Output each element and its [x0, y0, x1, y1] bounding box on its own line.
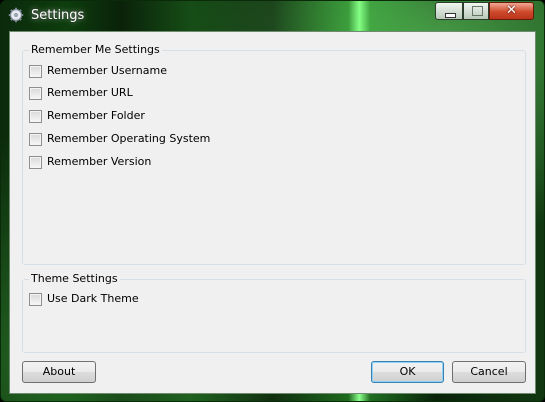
- checkbox-label: Use Dark Theme: [47, 292, 139, 305]
- close-icon: ✕: [506, 3, 517, 18]
- checkbox-label: Remember Version: [47, 155, 152, 168]
- cancel-button[interactable]: Cancel: [452, 361, 526, 383]
- minimize-button[interactable]: [435, 2, 463, 20]
- close-button[interactable]: ✕: [489, 2, 534, 20]
- checkbox-box[interactable]: [29, 156, 42, 169]
- checkbox-label: Remember Folder: [47, 109, 145, 122]
- group-label: Theme Settings: [29, 272, 120, 286]
- about-button[interactable]: About: [22, 361, 96, 383]
- checkbox-box[interactable]: [29, 293, 42, 306]
- checkbox-box[interactable]: [29, 65, 42, 78]
- theme-settings-group: Theme Settings Use Dark Theme: [22, 272, 526, 353]
- maximize-button[interactable]: [463, 2, 489, 20]
- checkbox-label: Remember Username: [47, 64, 167, 77]
- minimize-icon: [445, 13, 456, 18]
- checkbox-label: Remember URL: [47, 86, 133, 99]
- checkbox-box[interactable]: [29, 133, 42, 146]
- checkbox-box[interactable]: [29, 87, 42, 100]
- remember-me-settings-group: Remember Me Settings Remember Username R…: [22, 43, 526, 265]
- window-title: Settings: [31, 8, 85, 23]
- title-bar[interactable]: Settings ✕: [1, 1, 544, 31]
- dialog-body: Remember Me Settings Remember Username R…: [9, 31, 536, 394]
- settings-window: Settings ✕ Remember Me Settings Remember…: [0, 0, 545, 402]
- gear-icon: [8, 7, 24, 23]
- ok-button[interactable]: OK: [371, 361, 444, 383]
- checkbox-label: Remember Operating System: [47, 132, 211, 145]
- group-label: Remember Me Settings: [29, 43, 162, 57]
- maximize-icon: [472, 6, 483, 16]
- checkbox-box[interactable]: [29, 110, 42, 123]
